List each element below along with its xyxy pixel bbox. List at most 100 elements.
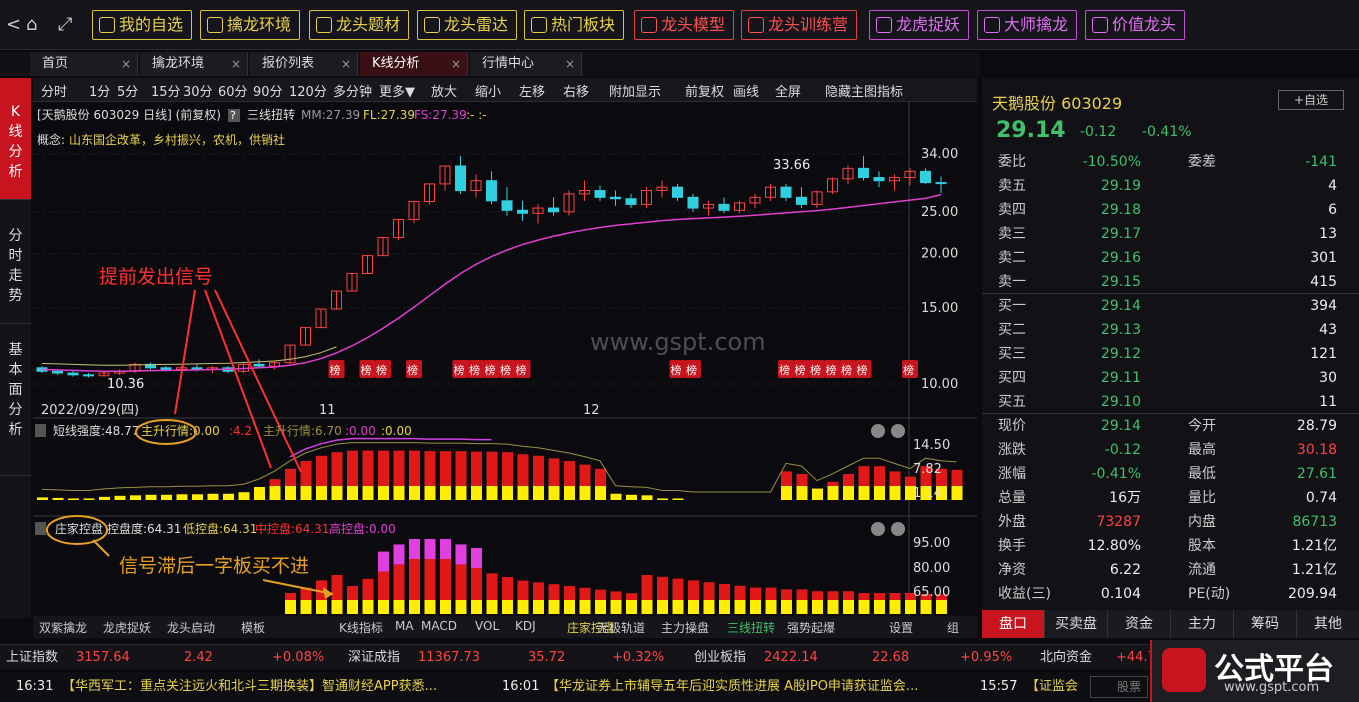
tab-3[interactable]: K线分析 × (360, 52, 468, 76)
quote-tab-4[interactable]: 筹码 (1234, 610, 1297, 638)
indicator-tab-4[interactable]: K线指标 (339, 619, 383, 636)
pane2-bar-high (486, 451, 498, 486)
period-button-4[interactable]: 30分 (183, 81, 213, 100)
tab-1-close-icon[interactable]: × (231, 52, 241, 76)
period-button-8[interactable]: 多分钟 (333, 81, 372, 100)
pane2-gear-icon[interactable] (871, 424, 885, 438)
index-2-value: 2422.14 (764, 650, 818, 665)
indicator-tab-10[interactable]: 无极轨道 (597, 619, 645, 636)
indicator-tab-6[interactable]: MACD (421, 619, 457, 633)
candle-body (873, 177, 885, 182)
tab-0[interactable]: 首页 × (30, 52, 138, 76)
index-2-name[interactable]: 创业板指 (694, 645, 746, 671)
period-button-6[interactable]: 90分 (253, 81, 283, 100)
sidebar-fundamental[interactable]: 基本面分析 (0, 326, 31, 476)
pane3-bar-high (409, 539, 420, 559)
news-2-text[interactable]: 【证监会 (1026, 672, 1078, 702)
home-icon[interactable]: ⌂ (26, 14, 37, 35)
help-icon[interactable]: ? (230, 109, 236, 122)
kline-chart-area[interactable]: 榜榜榜榜榜榜榜榜榜榜榜榜榜榜榜榜榜榜 [天鹅股份 603029 日线] (前复权… (33, 102, 977, 616)
indicator-tab-7[interactable]: VOL (475, 619, 499, 633)
index-0-name[interactable]: 上证指数 (6, 645, 58, 671)
back-icon[interactable]: < (6, 14, 21, 35)
indicator-tab-11[interactable]: 主力操盘 (661, 619, 709, 636)
tab-4[interactable]: 行情中心 × (470, 52, 582, 76)
pane3-bar-low (719, 600, 730, 614)
buy-row-2-volume: 121 (1310, 346, 1337, 362)
toolbar-button-9[interactable]: 价值龙头 (1085, 10, 1186, 40)
indicator-tab-2[interactable]: 龙头启动 (167, 619, 215, 636)
period-button-10[interactable]: 放大 (431, 81, 457, 100)
period-button-5[interactable]: 60分 (218, 81, 248, 100)
news-1-time: 16:01 (502, 679, 540, 694)
indicator-tab-5[interactable]: MA (395, 619, 414, 633)
pane3-gear-icon[interactable] (871, 522, 885, 536)
tab-4-close-icon[interactable]: × (565, 52, 575, 76)
toolbar-button-3[interactable]: 龙头雷达 (417, 10, 518, 40)
indicator-tab-0[interactable]: 双紫擒龙 (39, 619, 87, 636)
period-button-0[interactable]: 分时 (41, 81, 67, 100)
tab-2[interactable]: 报价列表 × (250, 52, 358, 76)
tab-1[interactable]: 擒龙环境 × (140, 52, 248, 76)
pane2-close-icon[interactable] (891, 424, 905, 438)
tab-3-close-icon[interactable]: × (451, 52, 461, 76)
indicator-tab-1[interactable]: 龙虎捉妖 (103, 619, 151, 636)
indicator-tab-15[interactable]: 组 (947, 619, 959, 636)
news-0-text[interactable]: 【华西军工：重点关注远火和北斗三期换装】智通财经APP获悉... (62, 672, 437, 702)
period-button-13[interactable]: 右移 (563, 81, 589, 100)
indicator-tab-14[interactable]: 设置 (889, 619, 913, 636)
pane2-bar-low (641, 495, 653, 500)
bang-marker-label: 榜 (485, 363, 496, 377)
toolbar-button-4[interactable]: 热门板块 (524, 10, 625, 40)
toolbar-button-7[interactable]: 龙虎捉妖 (869, 10, 970, 40)
sidebar-timeshare[interactable]: 分时走势 (0, 202, 31, 324)
indicator-tab-12[interactable]: 三线扭转 (727, 619, 775, 636)
pane3-signal: 控盘度:64.31 (107, 521, 181, 536)
toolbar-button-2[interactable]: 龙头题材 (309, 10, 410, 40)
index-2-pct: +0.95% (960, 650, 1013, 665)
pane3-bar-low (657, 600, 668, 614)
pane3-bar-mid (750, 587, 761, 600)
toolbar-button-1[interactable]: 擒龙环境 (200, 10, 301, 40)
quote-tab-1[interactable]: 买卖盘 (1045, 610, 1108, 638)
index-3-name[interactable]: 北向资金 (1040, 645, 1092, 671)
period-button-18[interactable]: 隐藏主图指标 (825, 81, 903, 100)
news-1-text[interactable]: 【华龙证券上市辅导五年后迎实质性进展 A股IPO申请获证监会... (546, 672, 918, 702)
period-button-17[interactable]: 全屏 (775, 81, 801, 100)
period-button-15[interactable]: 前复权 (685, 81, 724, 100)
indicator-tab-3[interactable]: 模板 (241, 619, 265, 636)
expand-icon[interactable]: ⤢ (58, 14, 72, 35)
stat-row-1-value: -0.12 (1104, 442, 1141, 458)
stat-row-1: 涨跌 -0.12 最高 30.18 (982, 438, 1359, 462)
pane2-bar-low (145, 494, 157, 500)
sidebar-kline[interactable]: K线分析 (0, 78, 31, 200)
add-watchlist-button[interactable]: +自选 (1278, 90, 1344, 110)
toolbar-button-6[interactable]: 龙头训练营 (741, 10, 858, 40)
quote-tab-2[interactable]: 资金 (1108, 610, 1171, 638)
search-input[interactable]: 股票 (1090, 676, 1148, 698)
period-button-12[interactable]: 左移 (519, 81, 545, 100)
quote-tab-3[interactable]: 主力 (1171, 610, 1234, 638)
period-button-1[interactable]: 1分 (89, 81, 110, 100)
tab-2-close-icon[interactable]: × (341, 52, 351, 76)
pane3-close-icon[interactable] (891, 522, 905, 536)
period-button-9[interactable]: 更多▼ (379, 81, 415, 100)
toolbar-button-5[interactable]: 龙头模型 (634, 10, 735, 40)
indicator-tab-8[interactable]: KDJ (515, 619, 536, 633)
period-button-7[interactable]: 120分 (289, 81, 327, 100)
tab-0-close-icon[interactable]: × (121, 52, 131, 76)
toolbar-button-0[interactable]: 我的自选 (92, 10, 193, 40)
indicator-tab-13[interactable]: 强势起爆 (787, 619, 835, 636)
period-button-2[interactable]: 5分 (117, 81, 138, 100)
index-1-name[interactable]: 深证成指 (348, 645, 400, 671)
kline-chart[interactable]: 榜榜榜榜榜榜榜榜榜榜榜榜榜榜榜榜榜榜 [天鹅股份 603029 日线] (前复权… (33, 102, 977, 616)
quote-tab-5[interactable]: 其他 (1297, 610, 1359, 638)
period-button-14[interactable]: 附加显示 (609, 81, 661, 100)
period-button-11[interactable]: 缩小 (475, 81, 501, 100)
period-button-16[interactable]: 画线 (733, 81, 759, 100)
pane3-v4: 高控盘:0.00 (329, 521, 396, 536)
tab-4-label: 行情中心 (482, 56, 535, 71)
quote-tab-0[interactable]: 盘口 (982, 610, 1045, 638)
toolbar-button-8[interactable]: 大师擒龙 (977, 10, 1078, 40)
period-button-3[interactable]: 15分 (151, 81, 181, 100)
